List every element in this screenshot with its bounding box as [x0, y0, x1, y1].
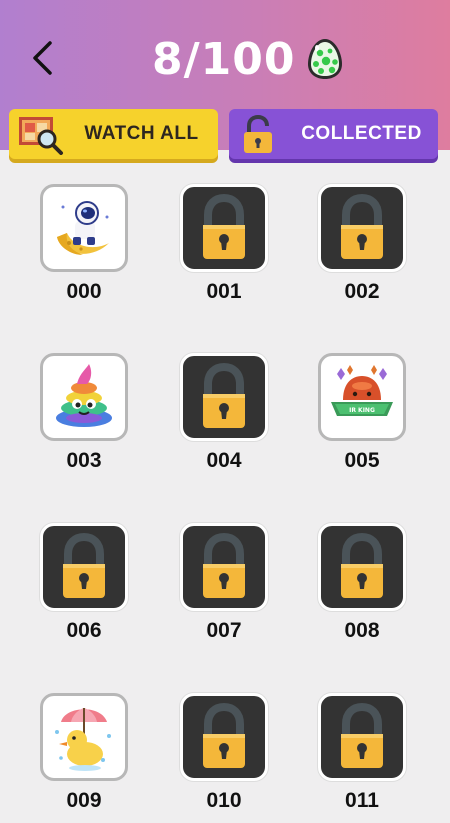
sticker-cell[interactable]: 001 — [180, 184, 272, 314]
sticker-number: 008 — [344, 619, 380, 642]
sticker-cell[interactable]: 007 — [180, 523, 272, 653]
locked-sticker-tile[interactable] — [180, 184, 268, 272]
sticker-number: 000 — [66, 280, 102, 303]
sticker-cell[interactable]: 003 — [40, 353, 132, 483]
sticker-number: 001 — [206, 280, 242, 303]
sticker-cell[interactable]: 010 — [180, 693, 272, 823]
sticker-cell[interactable]: 002 — [318, 184, 410, 314]
sticker-number: 009 — [66, 789, 102, 812]
locked-sticker-tile[interactable] — [180, 693, 268, 781]
sticker-tile[interactable] — [40, 693, 128, 781]
collected-label: COLLECTED — [301, 123, 422, 144]
lock-icon — [244, 115, 272, 153]
sticker-grid: 000 001 002 003 004 IR KING 005 006 007 … — [0, 168, 450, 812]
sticker-tile[interactable] — [40, 184, 128, 272]
egg-icon — [307, 39, 342, 79]
sticker-cell[interactable]: 000 — [40, 184, 132, 314]
sticker-tile[interactable]: IR KING — [318, 353, 406, 441]
progress-counter: 8/100 — [152, 30, 344, 88]
sticker-number: 003 — [66, 449, 102, 472]
locked-sticker-tile[interactable] — [318, 184, 406, 272]
sticker-cell[interactable]: 011 — [318, 693, 410, 823]
magnifier-picture-icon — [19, 117, 63, 155]
locked-sticker-tile[interactable] — [40, 523, 128, 611]
sticker-number: 007 — [206, 619, 242, 642]
locked-sticker-tile[interactable] — [180, 353, 268, 441]
sticker-number: 011 — [345, 789, 379, 812]
sticker-cell[interactable]: 006 — [40, 523, 132, 653]
watch-all-label: WATCH ALL — [84, 123, 199, 144]
back-button[interactable] — [22, 36, 62, 80]
sticker-number: 002 — [344, 280, 380, 303]
locked-sticker-tile[interactable] — [180, 523, 268, 611]
sticker-cell[interactable]: 009 — [40, 693, 132, 823]
progress-text: 8/100 — [152, 33, 296, 85]
sticker-number: 004 — [206, 449, 242, 472]
sticker-number: 006 — [66, 619, 102, 642]
locked-sticker-tile[interactable] — [318, 523, 406, 611]
sticker-number: 010 — [206, 789, 242, 812]
sticker-tile[interactable] — [40, 353, 128, 441]
locked-sticker-tile[interactable] — [318, 693, 406, 781]
watch-all-tab[interactable]: WATCH ALL — [9, 109, 218, 159]
svg-text:IR KING: IR KING — [349, 407, 375, 414]
sticker-cell[interactable]: 008 — [318, 523, 410, 653]
chevron-left-icon — [33, 41, 52, 75]
collected-tab[interactable]: COLLECTED — [229, 109, 438, 159]
sticker-cell[interactable]: 004 — [180, 353, 272, 483]
sticker-number: 005 — [344, 449, 380, 472]
sticker-cell[interactable]: IR KING 005 — [318, 353, 410, 483]
